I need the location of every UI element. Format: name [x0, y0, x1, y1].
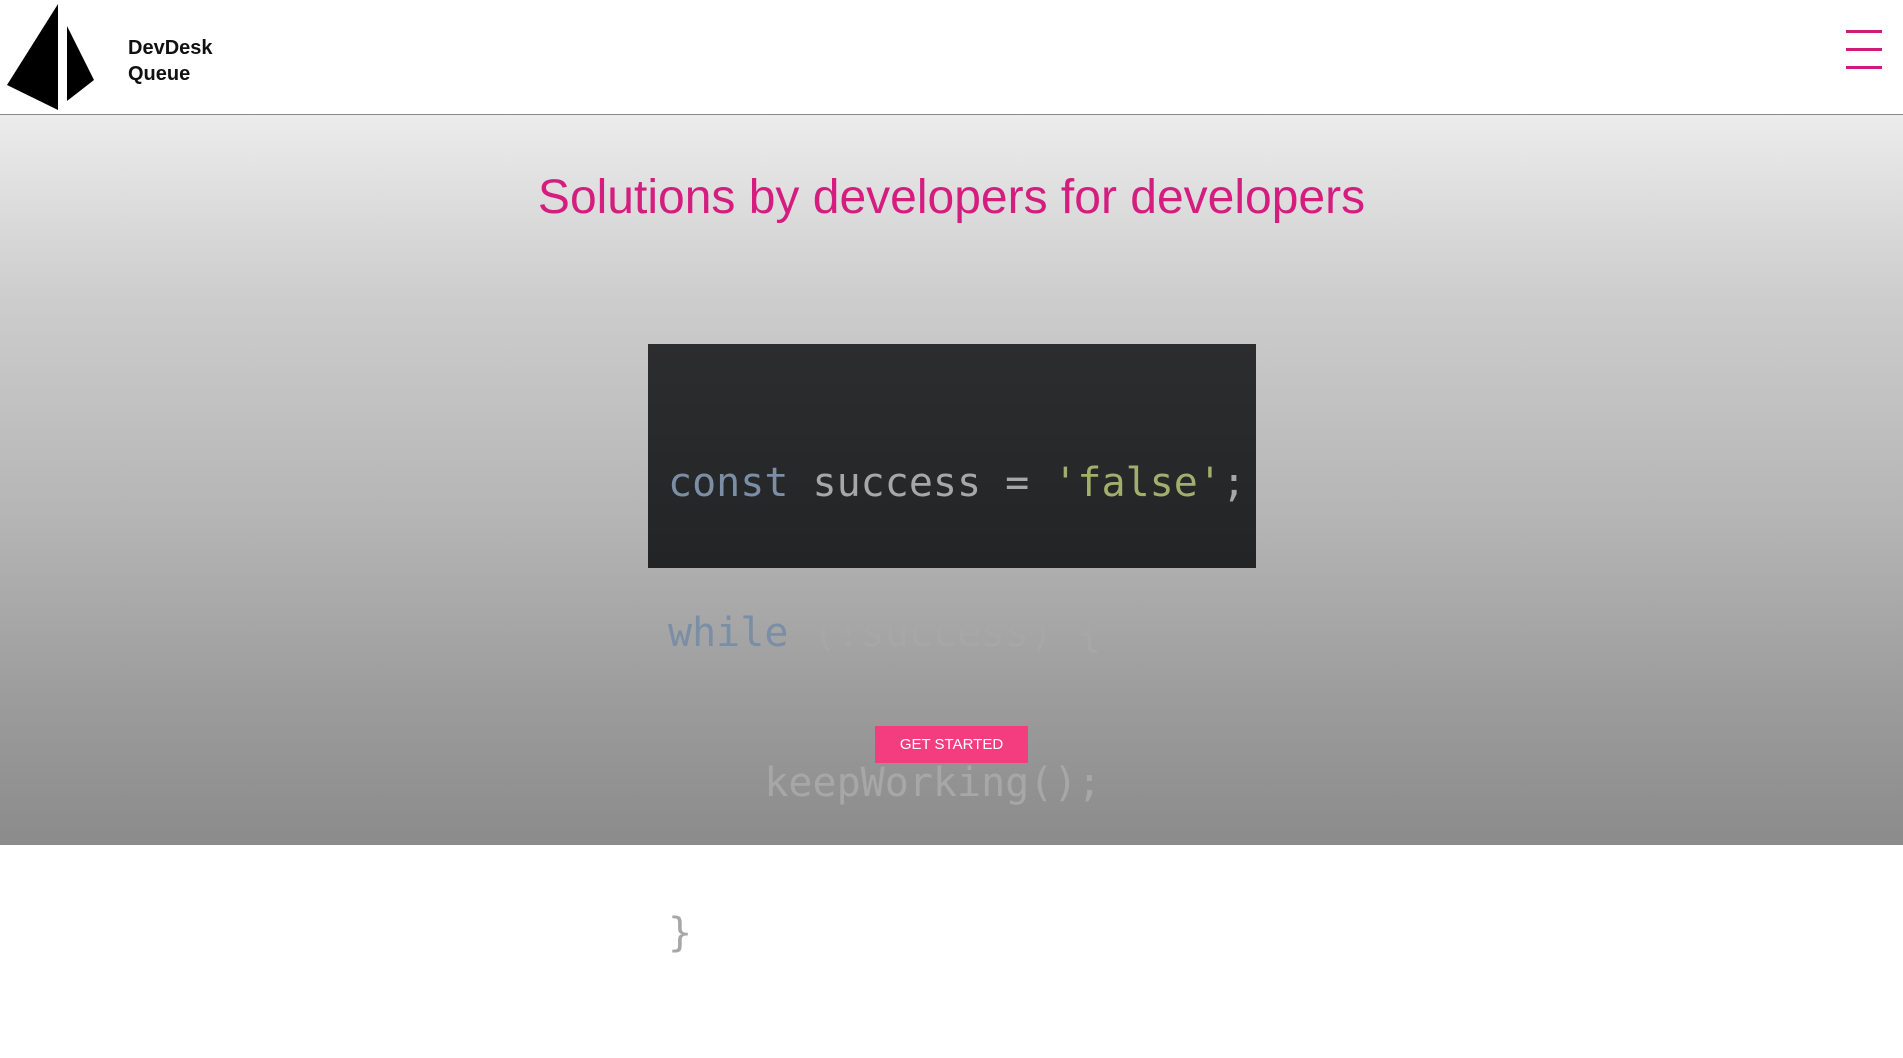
code-keyword: while: [668, 610, 789, 656]
code-line-2: while (!success) {: [668, 608, 1256, 658]
code-text: (!success) {: [788, 610, 1102, 656]
hero-section: Solutions by developers for developers c…: [0, 115, 1903, 956]
code-keyword: const: [668, 460, 789, 506]
hero-title: Solutions by developers for developers: [537, 171, 1366, 224]
code-snippet: const success = 'false'; while (!success…: [648, 344, 1256, 956]
code-text: keepWorking();: [668, 760, 1102, 806]
menu-bar-top: [1846, 30, 1882, 33]
brand-line-2: Queue: [128, 63, 191, 85]
logo-left-sail: [7, 4, 58, 110]
code-text: ;: [1221, 460, 1246, 506]
code-text: success =: [788, 460, 1054, 506]
code-line-4: }: [668, 908, 1256, 958]
brand-name[interactable]: DevDesk Queue: [128, 35, 213, 87]
code-text: }: [668, 910, 693, 956]
site-header: DevDesk Queue: [0, 0, 1903, 115]
menu-bar-middle: [1846, 48, 1882, 51]
sail-logo-icon[interactable]: [5, 4, 95, 110]
logo-right-sail: [67, 26, 94, 101]
code-string: 'false': [1053, 460, 1222, 506]
menu-bar-bottom: [1846, 66, 1882, 69]
get-started-button[interactable]: GET STARTED: [875, 726, 1028, 763]
brand-line-1: DevDesk: [128, 37, 213, 59]
code-line-3: keepWorking();: [668, 758, 1256, 808]
hamburger-menu-icon[interactable]: [1844, 28, 1884, 70]
code-line-1: const success = 'false';: [668, 458, 1256, 508]
